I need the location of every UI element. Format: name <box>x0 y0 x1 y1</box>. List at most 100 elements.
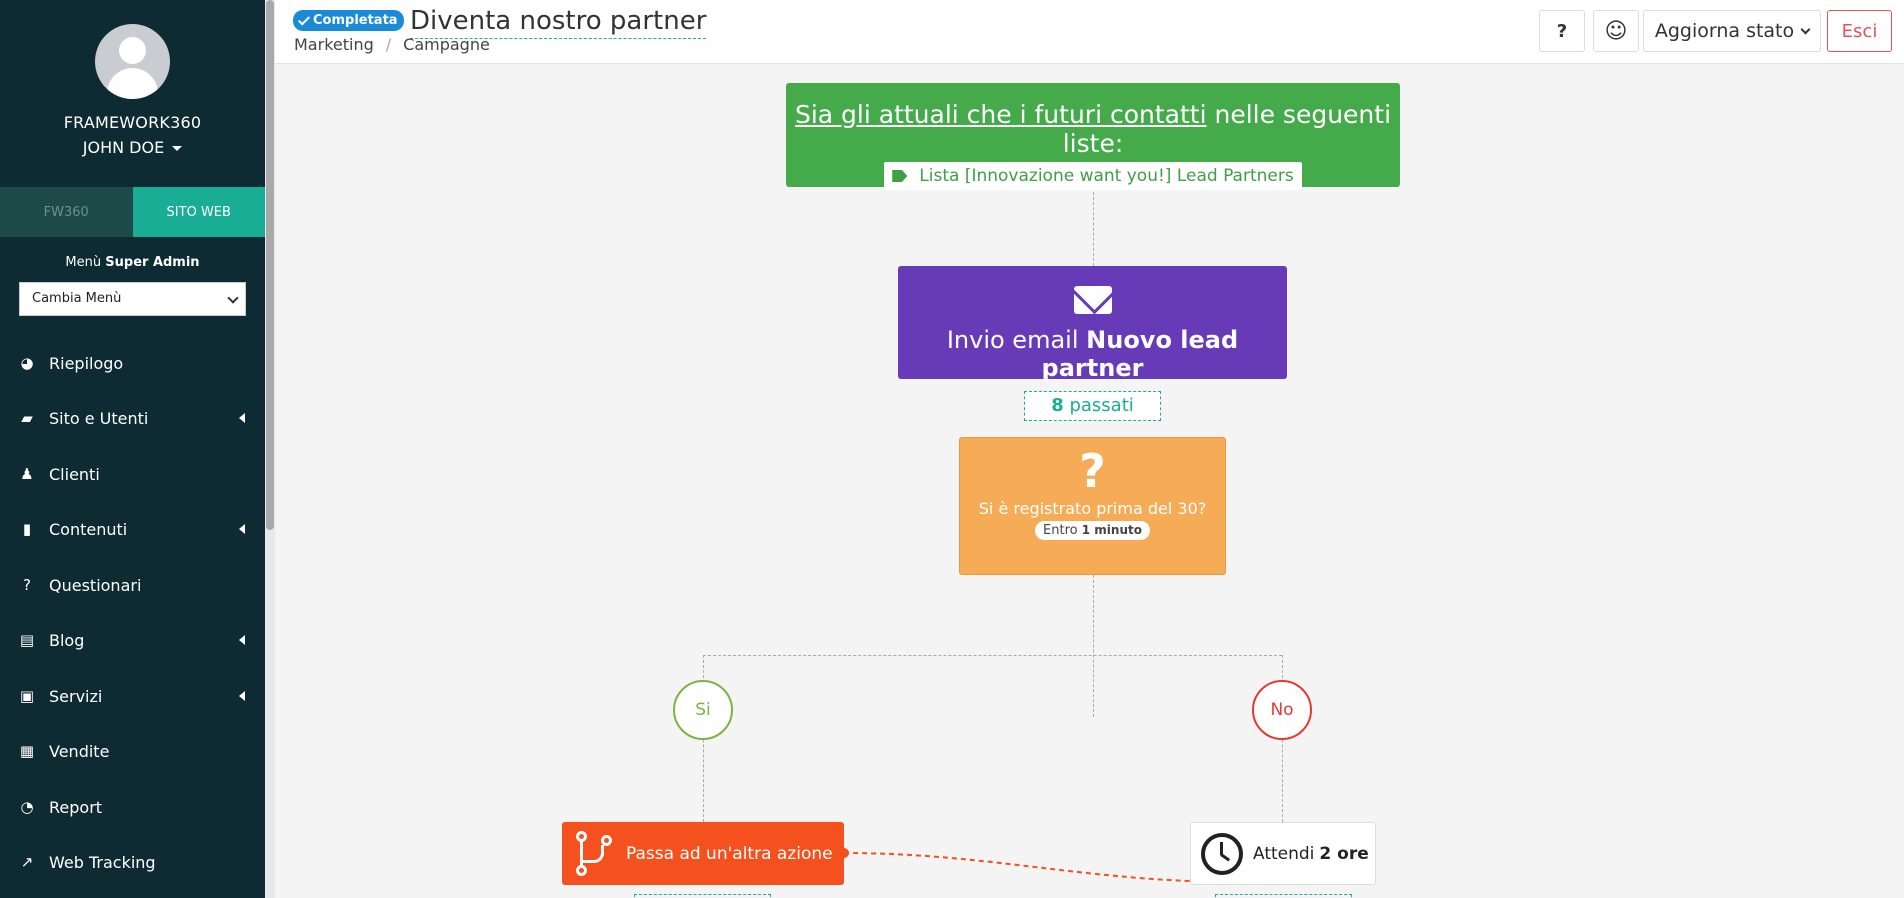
question-icon: ? <box>23 576 31 594</box>
wait-block[interactable]: Attendi 2 ore <box>1190 822 1376 885</box>
condition-block[interactable]: ? Si è registrato prima del 30? Entro 1 … <box>959 437 1226 575</box>
breadcrumb-campagne[interactable]: Campagne <box>403 35 490 54</box>
sidebar-item-label: Vendite <box>49 741 110 761</box>
suitcase-icon: ▣ <box>19 687 35 705</box>
sidebar-item-contenuti[interactable]: ▮ Contenuti <box>0 509 265 549</box>
help-button[interactable]: ? <box>1539 10 1585 52</box>
feedback-button[interactable]: ☺ <box>1593 10 1639 52</box>
avatar[interactable] <box>95 24 170 99</box>
menu-title-role: Super Admin <box>105 255 200 270</box>
sidebar-item-label: Blog <box>49 630 85 650</box>
document-icon: ▤ <box>19 631 35 649</box>
yes-branch[interactable]: Si <box>673 680 733 740</box>
sidebar-item-label: Questionari <box>49 575 142 595</box>
update-state-button[interactable]: Aggiorna stato <box>1643 10 1821 52</box>
tab-fw360[interactable]: FW360 <box>0 187 133 237</box>
header: Completata Diventa nostro partner Market… <box>275 0 1904 64</box>
chevron-down-icon <box>1800 24 1811 34</box>
smile-icon: ☺ <box>1604 18 1628 44</box>
user-menu[interactable]: JOHN DOE <box>0 138 265 157</box>
breadcrumb: Marketing / Campagne <box>294 35 490 54</box>
sidebar-item-blog[interactable]: ▤ Blog <box>0 620 265 660</box>
sidebar-item-report[interactable]: ◔ Report <box>0 787 265 827</box>
passed-counter-stub <box>634 894 771 898</box>
scrollbar-thumb[interactable] <box>266 0 274 530</box>
calculator-icon: ▦ <box>19 742 35 760</box>
sidebar-item-label: Contenuti <box>49 519 128 539</box>
email-block[interactable]: Invio email Nuovo lead partner <box>898 266 1287 382</box>
connector-line <box>1093 187 1094 266</box>
sidebar-scrollbar[interactable] <box>265 0 275 898</box>
pie-chart-icon: ◔ <box>20 798 34 816</box>
sidebar-item-web-tracking[interactable]: ↗ Web Tracking <box>0 842 265 882</box>
chevron-left-icon <box>239 524 245 534</box>
person-icon: ♟ <box>20 465 34 483</box>
envelope-icon <box>1073 286 1112 314</box>
passed-counter[interactable]: 8 passati <box>1024 391 1161 421</box>
question-icon: ? <box>1079 444 1106 498</box>
sidebar-item-servizi[interactable]: ▣ Servizi <box>0 676 265 716</box>
jump-action-block[interactable]: Passa ad un'altra azione <box>562 822 844 885</box>
sidebar-item-sito-e-utenti[interactable]: ▰ Sito e Utenti <box>0 398 265 438</box>
no-branch[interactable]: No <box>1252 680 1312 740</box>
menu-select-value: Cambia Menù <box>32 291 122 306</box>
tag-icon <box>892 170 908 182</box>
chevron-down-icon <box>227 292 239 304</box>
sidebar-item-label: Riepilogo <box>49 353 124 373</box>
check-icon <box>297 12 311 26</box>
wait-time: 2 ore <box>1319 843 1369 864</box>
menu-title: Menù Super Admin <box>0 255 265 270</box>
line-chart-icon: ↗ <box>20 853 34 871</box>
condition-timeout: Entro 1 minuto <box>1035 521 1150 540</box>
help-icon: ? <box>1556 20 1568 42</box>
caret-down-icon <box>172 146 183 151</box>
sidebar-item-label: Clienti <box>49 464 100 484</box>
org-name: FRAMEWORK360 <box>63 113 202 132</box>
passed-label: passati <box>1069 395 1134 416</box>
sidebar-item-clienti[interactable]: ♟ Clienti <box>0 454 265 494</box>
breadcrumb-marketing[interactable]: Marketing <box>294 35 374 54</box>
chevron-left-icon <box>239 691 245 701</box>
connector-line <box>1093 575 1094 717</box>
menu-select[interactable]: Cambia Menù <box>19 282 246 316</box>
status-badge-label: Completata <box>313 13 398 28</box>
list-tag-label: Lista [Innovazione want you!] Lead Partn… <box>919 166 1294 186</box>
clock-icon <box>1201 832 1243 875</box>
page-title[interactable]: Diventa nostro partner <box>410 5 707 39</box>
condition-text: Si è registrato prima del 30? <box>978 499 1207 518</box>
exit-button[interactable]: Esci <box>1827 10 1892 52</box>
connector-handle[interactable] <box>839 848 849 858</box>
menu-title-prefix: Menù <box>65 255 102 270</box>
sidebar-item-questionari[interactable]: ? Questionari <box>0 565 265 605</box>
tab-sito-web[interactable]: SITO WEB <box>132 187 265 237</box>
chevron-left-icon <box>239 635 245 645</box>
connector-line <box>703 655 1282 656</box>
chevron-left-icon <box>239 413 245 423</box>
condition-time: 1 minuto <box>1081 523 1142 537</box>
sidebar-item-label: Sito e Utenti <box>49 408 149 428</box>
sidebar-item-label: Web Tracking <box>49 852 156 872</box>
sidebar-item-vendite[interactable]: ▦ Vendite <box>0 731 265 771</box>
sidebar-item-label: Report <box>49 797 103 817</box>
update-state-label: Aggiorna stato <box>1654 20 1795 42</box>
list-tag[interactable]: Lista [Innovazione want you!] Lead Partn… <box>884 162 1302 190</box>
passed-counter-stub <box>1215 894 1352 898</box>
status-badge: Completata <box>293 10 404 31</box>
condition-within: Entro <box>1043 523 1078 538</box>
jump-action-label: Passa ad un'altra azione <box>626 843 833 864</box>
sidebar-item-riepilogo[interactable]: ◕ Riepilogo <box>0 343 265 383</box>
wait-prefix: Attendi <box>1253 843 1315 864</box>
file-icon: ▮ <box>22 520 32 538</box>
user-name: JOHN DOE <box>82 138 165 157</box>
code-branch-icon <box>576 831 612 876</box>
trigger-block[interactable]: Sia gli attuali che i futuri contatti ne… <box>786 83 1400 190</box>
dashboard-icon: ◕ <box>20 354 34 372</box>
email-prefix: Invio email <box>946 326 1079 354</box>
sidebar-item-label: Servizi <box>49 686 103 706</box>
trigger-contacts-link[interactable]: Sia gli attuali che i futuri contatti <box>795 100 1207 129</box>
sidebar: FRAMEWORK360 JOHN DOE FW360 SITO WEB Men… <box>0 0 265 898</box>
breadcrumb-separator: / <box>385 35 392 54</box>
passed-count: 8 <box>1051 395 1064 416</box>
sidebar-tabs: FW360 SITO WEB <box>0 187 265 237</box>
briefcase-icon: ▰ <box>21 409 33 427</box>
